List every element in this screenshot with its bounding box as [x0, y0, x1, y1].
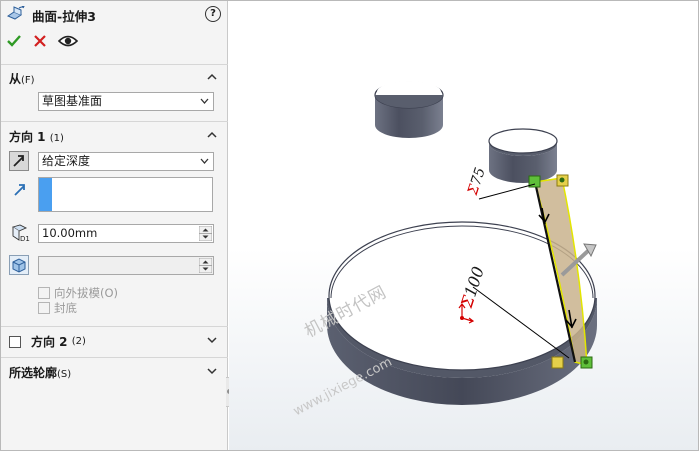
- divider: [0, 121, 228, 122]
- direction1-header[interactable]: 方向 1 (1): [9, 128, 64, 145]
- preview-eye-icon[interactable]: [57, 33, 79, 52]
- depth-value: 10.00mm: [42, 226, 98, 240]
- from-section-header[interactable]: 从(F): [9, 70, 35, 87]
- divider: [0, 64, 228, 65]
- property-manager: 曲面-拉伸3 ? 从(F) 草图基准面 方向 1 (1) 给定深度 D1 10.…: [0, 0, 228, 451]
- direction1-shortcut: (1): [49, 133, 64, 144]
- draft-toggle-button[interactable]: [9, 255, 29, 275]
- surface-cylinder-small-2[interactable]: [488, 128, 558, 183]
- direction2-header[interactable]: 方向 2 (2): [9, 333, 86, 350]
- from-select[interactable]: 草图基准面: [38, 92, 214, 111]
- spin-buttons-icon[interactable]: [199, 226, 212, 241]
- direction2-shortcut: (2): [71, 336, 86, 347]
- svg-text:D1: D1: [20, 235, 30, 242]
- chevron-down-icon: [200, 158, 209, 164]
- collapse-up-icon[interactable]: [207, 130, 217, 140]
- direction-reference-list[interactable]: [38, 177, 213, 212]
- surface-cylinder-small-1[interactable]: [374, 81, 444, 138]
- model-view: [327, 81, 597, 405]
- end-condition-value: 给定深度: [42, 154, 91, 168]
- draft-outward-shortcut: (O): [100, 286, 119, 300]
- extruded-surface-icon: [6, 4, 26, 25]
- depth-d1-icon: D1: [10, 224, 32, 245]
- dimension-leader-75: [478, 183, 536, 200]
- draft-icon: [12, 258, 26, 273]
- expand-down-icon[interactable]: [207, 366, 217, 376]
- feature-title: 曲面-拉伸3: [32, 8, 96, 24]
- cap-end-checkbox[interactable]: [38, 302, 50, 314]
- spin-buttons-icon[interactable]: [199, 258, 212, 273]
- reverse-direction-button[interactable]: [9, 151, 29, 171]
- draft-outward-label: 向外拔模: [54, 286, 100, 300]
- cap-end-label: 封底: [54, 301, 77, 315]
- draft-outward-checkbox[interactable]: [38, 287, 50, 299]
- from-title: 从: [9, 72, 22, 86]
- reverse-arrow-icon: [13, 155, 24, 167]
- ok-button[interactable]: [6, 33, 22, 52]
- cancel-button[interactable]: [32, 33, 48, 52]
- direction2-checkbox[interactable]: [9, 335, 21, 348]
- divider: [0, 326, 228, 327]
- collapse-up-icon[interactable]: [207, 72, 217, 82]
- direction1-title: 方向 1: [9, 130, 46, 144]
- direction-vector-icon: [12, 182, 28, 201]
- contours-title: 所选轮廓: [9, 366, 58, 380]
- depth-input[interactable]: 10.00mm: [38, 224, 214, 243]
- direction2-title: 方向 2: [31, 335, 68, 349]
- from-select-value: 草图基准面: [42, 94, 103, 108]
- expand-down-icon[interactable]: [207, 335, 217, 345]
- chevron-down-icon: [200, 98, 209, 104]
- draft-angle-input[interactable]: [38, 256, 214, 275]
- draft-outward-checkbox-row[interactable]: 向外拔模 (O): [38, 285, 118, 301]
- cap-end-checkbox-row[interactable]: 封底: [38, 300, 77, 316]
- end-condition-select[interactable]: 给定深度: [38, 152, 214, 171]
- contours-shortcut: (S): [57, 369, 72, 380]
- from-shortcut: (F): [21, 75, 35, 86]
- selected-contours-header[interactable]: 所选轮廓(S): [9, 364, 71, 381]
- divider: [0, 357, 228, 358]
- feature-title-bar: 曲面-拉伸3 ?: [6, 4, 221, 25]
- help-button[interactable]: ?: [205, 6, 221, 22]
- selection-focus-bar: [39, 178, 52, 211]
- graphics-viewport[interactable]: Σ75 Σ100 机械时代网 www.jixiege.com: [229, 0, 699, 451]
- action-buttons: [6, 33, 79, 52]
